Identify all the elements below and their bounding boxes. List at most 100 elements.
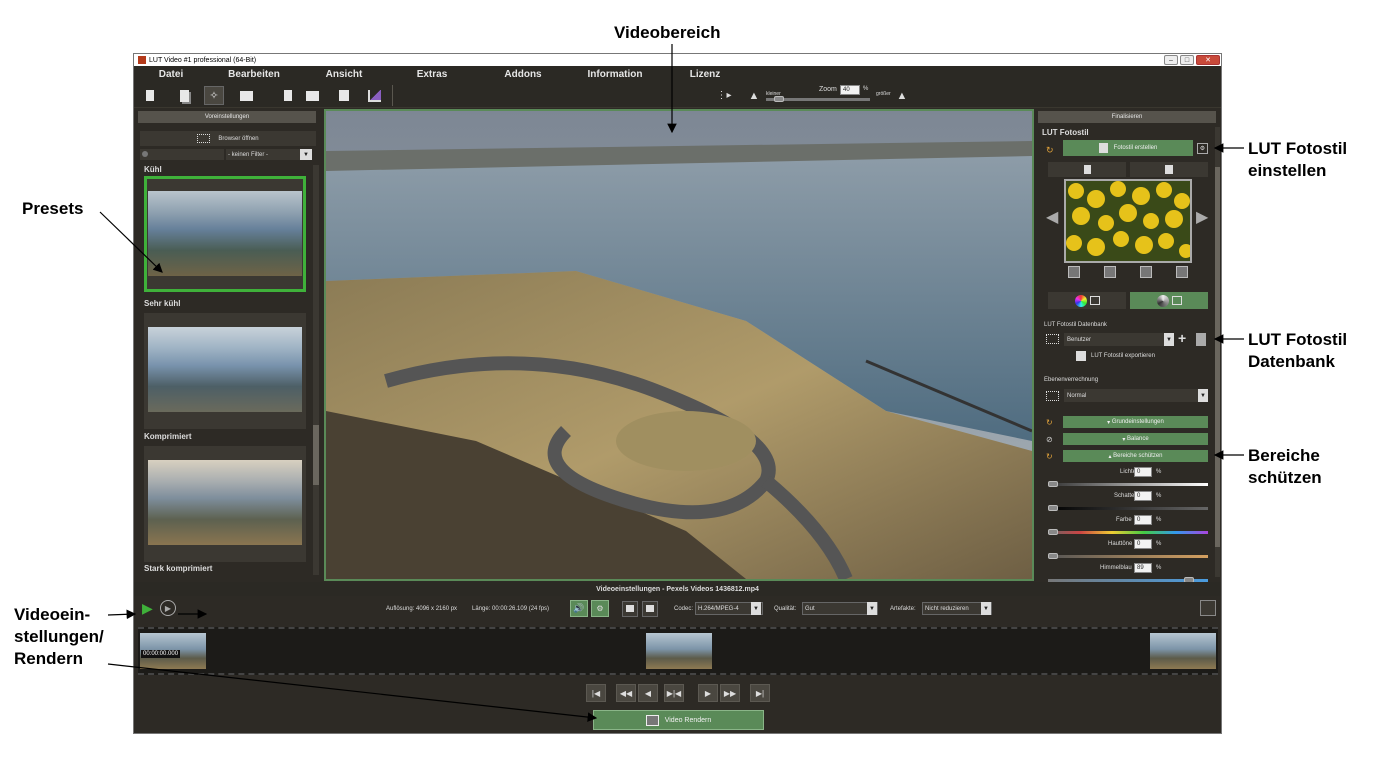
step-forward-icon[interactable]: ▶ (698, 684, 718, 702)
slider-value[interactable]: 89 (1134, 563, 1152, 573)
cube-icon[interactable] (1176, 266, 1188, 278)
menu-addons[interactable]: Addons (476, 66, 570, 83)
chevron-down-icon[interactable]: ▼ (981, 602, 991, 615)
style-options-icon[interactable]: ⚙ (1197, 143, 1208, 154)
preset-item[interactable]: Sehr kühl (144, 299, 306, 429)
browser-open-button[interactable]: Browser öffnen (140, 131, 316, 146)
menu-lizenz[interactable]: Lizenz (660, 66, 750, 83)
minimize-icon[interactable]: – (1164, 55, 1178, 65)
effects-icon[interactable]: ✧ (204, 86, 224, 105)
render-video-button[interactable]: Video Rendern (593, 710, 764, 730)
reset-icon[interactable]: ↻ (1046, 418, 1053, 427)
finalize-scrollbar[interactable] (1215, 127, 1220, 577)
filter-search-field[interactable] (140, 149, 224, 160)
histogram-icon[interactable] (364, 86, 384, 105)
next-arrow-icon[interactable]: ▶ (1196, 207, 1208, 227)
preset-item[interactable]: Komprimiert (144, 432, 306, 562)
fast-forward-icon[interactable]: ▶▶ (720, 684, 740, 702)
farbe-track[interactable] (1048, 531, 1208, 534)
chevron-down-icon[interactable]: ▼ (867, 602, 877, 615)
play-pause-icon[interactable]: ▶|◀ (664, 684, 684, 702)
zoom-slider[interactable] (766, 96, 870, 102)
rewind-icon[interactable]: ◀◀ (616, 684, 636, 702)
clapperboard-icon[interactable] (236, 86, 256, 105)
step-back-icon[interactable]: ◀ (638, 684, 658, 702)
schatten-track[interactable] (1048, 507, 1208, 510)
lut-database-dropdown[interactable]: Benutzer (1064, 333, 1174, 346)
slider-value[interactable]: 0 (1134, 515, 1152, 525)
close-icon[interactable]: ✕ (1196, 55, 1220, 65)
color-mode-button[interactable] (1048, 292, 1126, 309)
slider-thumb[interactable] (1048, 481, 1058, 487)
load-style-button[interactable] (1048, 162, 1126, 177)
create-style-button[interactable]: Fotostil erstellen (1063, 140, 1193, 156)
cube-icon[interactable] (1140, 266, 1152, 278)
chevron-down-icon[interactable]: ▼ (1198, 389, 1208, 402)
mono-mode-button[interactable] (1130, 292, 1208, 309)
preset-label: Sehr kühl (144, 299, 181, 308)
group-bereiche-schuetzen[interactable]: ▴ Bereiche schützen (1063, 450, 1208, 462)
zoom-in-icon[interactable]: ▲ (892, 86, 912, 105)
timeline-strip[interactable]: 00:00:00.000 (138, 627, 1218, 675)
video-preview-area[interactable] (324, 109, 1034, 581)
finalize-panel: Finalisieren LUT Fotostil ↻ Fotostil ers… (1036, 109, 1221, 583)
preset-item[interactable]: Stark komprimiert (144, 564, 212, 573)
columns-icon[interactable] (334, 86, 354, 105)
slider-thumb[interactable] (1048, 505, 1058, 511)
new-document-icon[interactable] (140, 86, 160, 105)
link-icon[interactable]: ⊘ (1046, 435, 1053, 444)
zoom-slider-thumb[interactable] (774, 96, 784, 102)
copy-document-icon[interactable] (174, 86, 194, 105)
export-style-button[interactable]: LUT Fotostil exportieren (1076, 351, 1155, 361)
blend-mode-dropdown[interactable]: Normal (1064, 389, 1208, 402)
cube-icon[interactable] (1104, 266, 1116, 278)
menu-information[interactable]: Information (570, 66, 660, 83)
reset-icon[interactable]: ↻ (1046, 145, 1054, 156)
annotated-screenshot: Videobereich Presets LUT Fotostil einste… (0, 0, 1386, 783)
speaker-icon[interactable]: 🔊 (570, 600, 588, 617)
reset-icon[interactable]: ↻ (1046, 452, 1053, 461)
audio-settings-icon[interactable]: ⚙ (591, 600, 609, 617)
play-icon[interactable]: ▶ (142, 601, 156, 615)
chevron-down-icon[interactable]: ▼ (751, 602, 761, 615)
film-strip-icon[interactable] (302, 86, 322, 105)
preset-thumbnail (144, 313, 306, 429)
layout-single-icon[interactable] (622, 601, 638, 617)
slider-value[interactable]: 0 (1134, 491, 1152, 501)
slider-value[interactable]: 0 (1134, 539, 1152, 549)
render-settings-icon[interactable] (1200, 600, 1216, 616)
menu-extras[interactable]: Extras (388, 66, 476, 83)
menu-bearbeiten[interactable]: Bearbeiten (208, 66, 300, 83)
export-icon (1076, 351, 1086, 361)
group-balance[interactable]: ▾ Balance (1063, 433, 1208, 445)
preset-item[interactable]: Kühl (144, 165, 306, 292)
hauttoene-track[interactable] (1048, 555, 1208, 558)
layout-split-icon[interactable] (642, 601, 658, 617)
callout-presets: Presets (22, 199, 84, 218)
fit-screen-icon[interactable]: ⋮▸ (714, 86, 734, 105)
go-to-end-icon[interactable]: ▶| (750, 684, 770, 702)
chevron-down-icon[interactable]: ▼ (300, 149, 312, 160)
plus-icon[interactable]: + (1178, 330, 1186, 346)
slider-value[interactable]: 0 (1134, 467, 1152, 477)
menu-datei[interactable]: Datei (134, 66, 208, 83)
lichter-track[interactable] (1048, 483, 1208, 486)
presets-header: Voreinstellungen (138, 111, 316, 123)
slider-thumb[interactable] (1048, 529, 1058, 535)
zoom-value-input[interactable]: 40 (840, 85, 860, 95)
delete-document-icon[interactable] (1196, 333, 1206, 346)
maximize-icon[interactable]: □ (1180, 55, 1194, 65)
zoom-out-icon[interactable]: ▲ (744, 86, 764, 105)
database-icon (1046, 334, 1059, 344)
presets-scrollbar[interactable] (313, 165, 319, 575)
previous-arrow-icon[interactable]: ◀ (1046, 207, 1058, 227)
menu-ansicht[interactable]: Ansicht (300, 66, 388, 83)
slider-thumb[interactable] (1048, 553, 1058, 559)
save-style-button[interactable] (1130, 162, 1208, 177)
cube-icon[interactable] (1068, 266, 1080, 278)
group-grundeinstellungen[interactable]: ▾ Grundeinstellungen (1063, 416, 1208, 428)
chevron-down-icon[interactable]: ▼ (1164, 333, 1174, 346)
export-document-icon[interactable] (278, 86, 298, 105)
play-circle-icon[interactable]: ▶ (160, 600, 176, 616)
go-to-start-icon[interactable]: |◀ (586, 684, 606, 702)
